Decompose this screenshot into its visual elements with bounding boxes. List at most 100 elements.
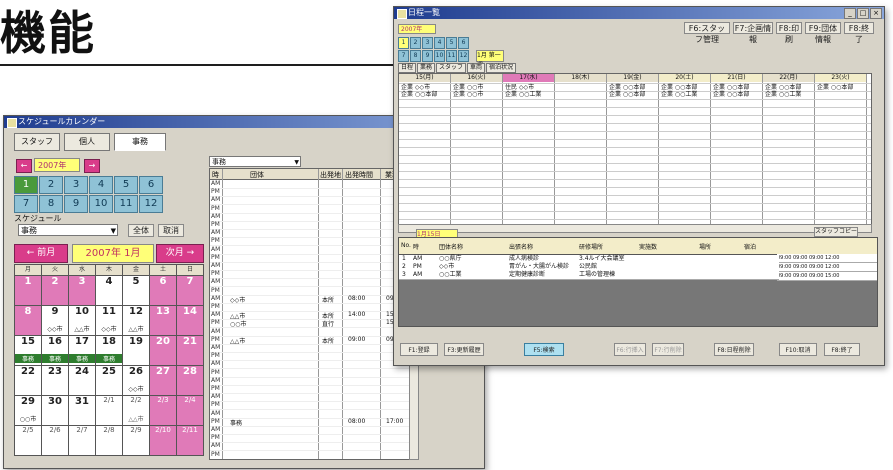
calendar-day[interactable]: 8 — [15, 306, 41, 335]
maximize-icon[interactable]: □ — [857, 8, 869, 19]
month-button-small[interactable]: 12 — [458, 50, 469, 62]
calendar-day[interactable]: 22 — [15, 366, 41, 395]
month-button-small[interactable]: 5 — [446, 37, 457, 49]
staff-copy-button[interactable]: スタッフコピー — [814, 227, 858, 237]
calendar-day[interactable]: 7 — [177, 276, 203, 305]
calendar-day[interactable]: 30 — [42, 396, 68, 425]
week-entry[interactable]: 企業 ◇◇市 — [401, 84, 430, 91]
calendar-day[interactable]: 28 — [177, 366, 203, 395]
month-button-11[interactable]: 11 — [114, 195, 138, 213]
exit-button[interactable]: F8:終了 — [844, 22, 874, 44]
calendar-day[interactable]: 2 — [42, 276, 68, 305]
print-button[interactable]: F8:印刷 — [776, 22, 802, 44]
calendar-day[interactable]: 1 — [15, 276, 41, 305]
month-button-small[interactable]: 2 — [410, 37, 421, 49]
calendar-day[interactable]: 19 — [123, 336, 149, 365]
calendar-day[interactable]: 6 — [150, 276, 176, 305]
calendar-day[interactable]: 3 — [69, 276, 95, 305]
org-info-button[interactable]: F9:団体情報 — [805, 22, 841, 44]
calendar-day[interactable]: 27 — [150, 366, 176, 395]
month-button-12[interactable]: 12 — [139, 195, 163, 213]
calendar-day[interactable]: 17 事務 — [69, 336, 95, 365]
calendar-day[interactable]: 13 — [150, 306, 176, 335]
month-button-small[interactable]: 9 — [422, 50, 433, 62]
list-tab[interactable]: 業務 — [417, 63, 436, 73]
register-button[interactable]: F1:登録 — [400, 343, 438, 356]
month-button-8[interactable]: 8 — [39, 195, 63, 213]
week-entry[interactable]: 企業 ○○本部 — [817, 84, 853, 91]
month-button-small[interactable]: 4 — [434, 37, 445, 49]
delete-schedule-button[interactable]: F8:日程削除 — [714, 343, 754, 356]
calendar-day[interactable]: 2/5 — [15, 426, 41, 455]
week-entry[interactable]: 企業 ○○本部 — [609, 91, 645, 98]
calendar-day[interactable]: 16 事務 — [42, 336, 68, 365]
month-button-small[interactable]: 11 — [446, 50, 457, 62]
calendar-day[interactable]: 29 ○○市 — [15, 396, 41, 425]
month-button-4[interactable]: 4 — [89, 176, 113, 194]
week-entry[interactable]: 企業 ○○本部 — [401, 91, 437, 98]
calendar-day[interactable]: 2/3 — [150, 396, 176, 425]
week-entry[interactable]: 企業 ○○本部 — [765, 84, 801, 91]
day-type-select[interactable]: 事務 ▼ — [209, 156, 301, 167]
month-button-3[interactable]: 3 — [64, 176, 88, 194]
calendar-day[interactable]: 20 — [150, 336, 176, 365]
cancel-button[interactable]: 取消 — [158, 224, 184, 237]
calendar-day[interactable]: 2/8 — [96, 426, 122, 455]
next-month-button[interactable]: 次月 → — [156, 244, 204, 263]
calendar-day[interactable]: 9 ◇◇市 — [42, 306, 68, 335]
calendar-day[interactable]: 21 — [177, 336, 203, 365]
week-entry[interactable]: 企業 ○○本部 — [661, 84, 697, 91]
calendar-day[interactable]: 14 — [177, 306, 203, 335]
month-button-small[interactable]: 3 — [422, 37, 433, 49]
next-year-button[interactable]: → — [84, 159, 100, 173]
prev-month-button[interactable]: ← 前月 — [14, 244, 68, 263]
list-tab[interactable]: 車両 — [467, 63, 486, 73]
week-entry[interactable]: 企業 ○○工業 — [765, 91, 801, 98]
calendar-day[interactable]: 2/1 — [96, 396, 122, 425]
month-button-5[interactable]: 5 — [114, 176, 138, 194]
tab-staff[interactable]: スタッフ — [14, 133, 60, 151]
calendar-day[interactable]: 2/11 — [177, 426, 203, 455]
calendar-day[interactable]: 11 ◇◇市 — [96, 306, 122, 335]
insert-row-button[interactable]: F6:行挿入 — [614, 343, 646, 356]
prev-year-button[interactable]: ← — [16, 159, 32, 173]
month-button-small[interactable]: 6 — [458, 37, 469, 49]
timetable-row[interactable]: PM — [210, 451, 410, 459]
month-button-small[interactable]: 7 — [398, 50, 409, 62]
week-entry[interactable]: 企業 ○○工業 — [661, 91, 697, 98]
calendar-day[interactable]: 12 △△市 — [123, 306, 149, 335]
month-button-small[interactable]: 10 — [434, 50, 445, 62]
calendar-day[interactable]: 23 — [42, 366, 68, 395]
plan-info-button[interactable]: F7:企画情報 — [733, 22, 773, 44]
calendar-day[interactable]: 18 事務 — [96, 336, 122, 365]
close-icon[interactable]: × — [870, 8, 882, 19]
horizontal-scrollbar[interactable] — [398, 224, 872, 233]
search-button[interactable]: F5:検索 — [524, 343, 564, 356]
week-entry[interactable]: 企業 ○○本部 — [713, 84, 749, 91]
minimize-icon[interactable]: _ — [844, 8, 856, 19]
calendar-day[interactable]: 24 — [69, 366, 95, 395]
week-entry[interactable]: 企業 ○○本部 — [609, 84, 645, 91]
history-button[interactable]: F3:更新履歴 — [444, 343, 484, 356]
month-button-2[interactable]: 2 — [39, 176, 63, 194]
month-button-10[interactable]: 10 — [89, 195, 113, 213]
calendar-day[interactable]: 2/9 — [123, 426, 149, 455]
list-tab[interactable]: 日程 — [398, 63, 417, 73]
delete-row-button[interactable]: F7:行削除 — [652, 343, 684, 356]
calendar-day[interactable]: 15 事務 — [15, 336, 41, 365]
week-entry[interactable]: 企業 ○○本部 — [713, 91, 749, 98]
list-tab[interactable]: スタッフ — [436, 63, 467, 73]
all-button[interactable]: 全体 — [128, 224, 154, 237]
calendar-day[interactable]: 2/7 — [69, 426, 95, 455]
detail-row[interactable]: 3 AM ○○工業 定期健康診断 工場の管理棟 — [399, 271, 779, 280]
calendar-day[interactable]: 2/10 — [150, 426, 176, 455]
calendar-day[interactable]: 31 — [69, 396, 95, 425]
month-button-7[interactable]: 7 — [14, 195, 38, 213]
calendar-day[interactable]: 2/2 △△市 — [123, 396, 149, 425]
week-entry[interactable]: 企業 ○○工業 — [505, 91, 541, 98]
tab-personal[interactable]: 個人 — [64, 133, 110, 151]
month-button-1[interactable]: 1 — [14, 176, 38, 194]
month-button-9[interactable]: 9 — [64, 195, 88, 213]
month-button-small[interactable]: 8 — [410, 50, 421, 62]
calendar-day[interactable]: 5 — [123, 276, 149, 305]
